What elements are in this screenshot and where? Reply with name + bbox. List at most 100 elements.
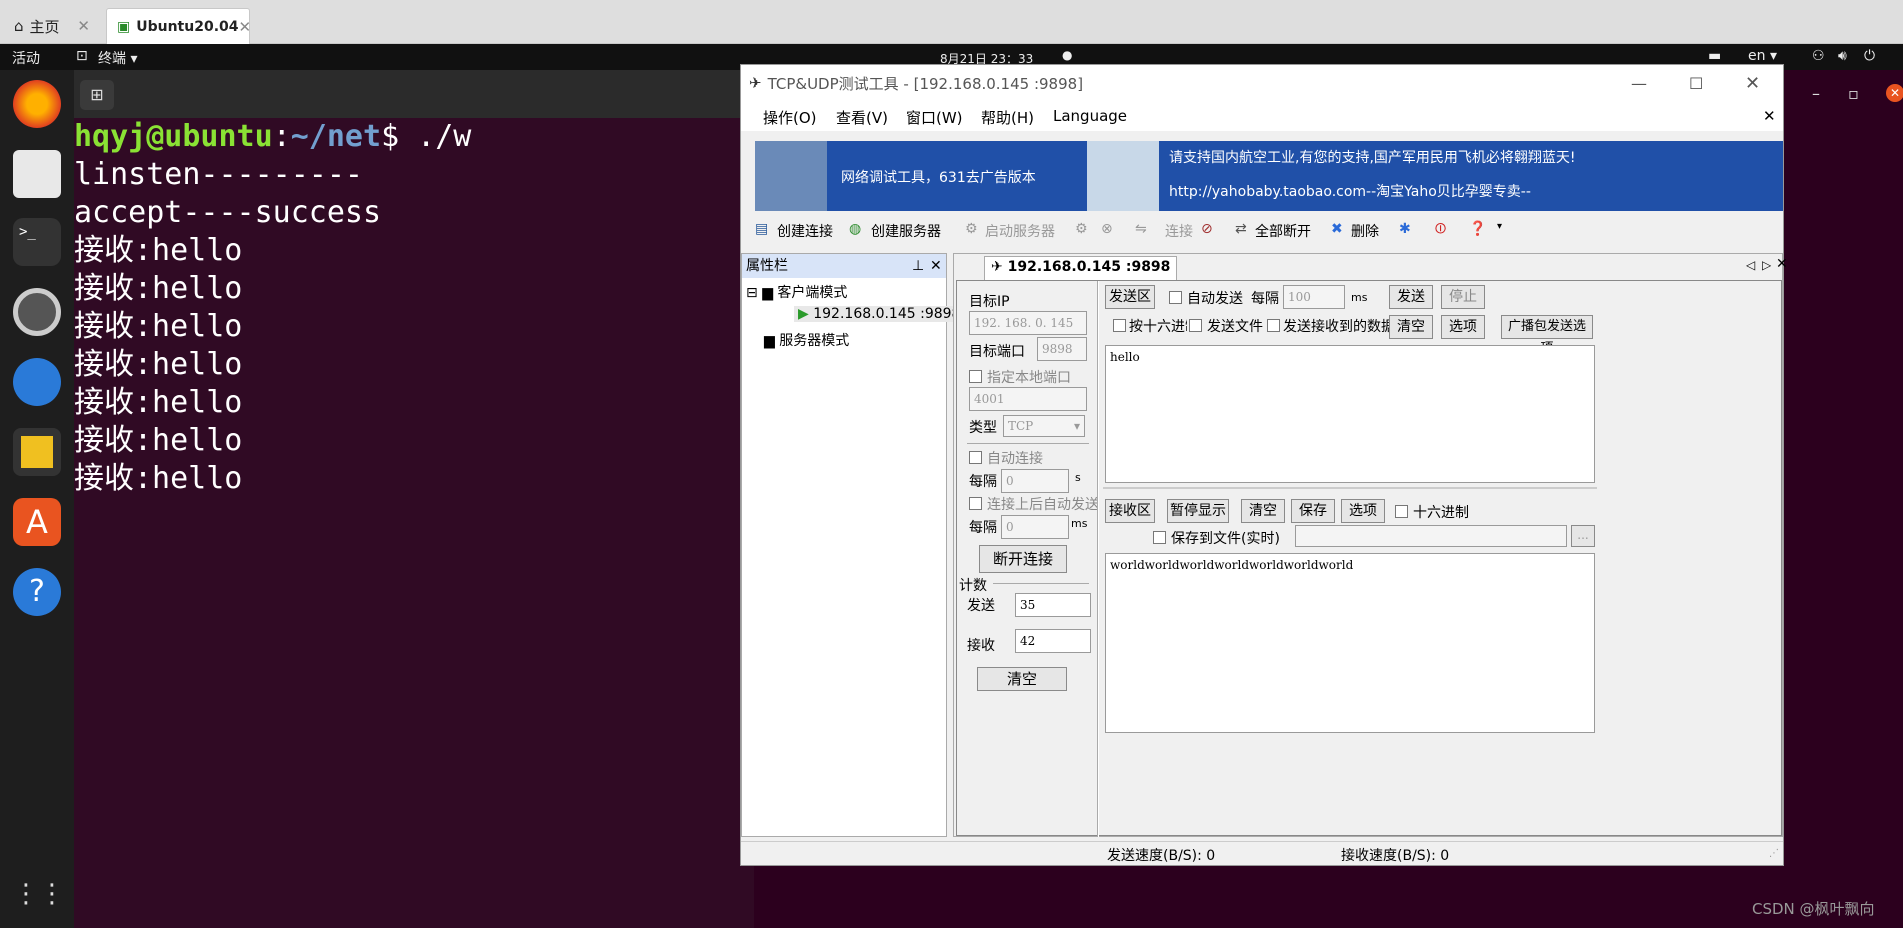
close-icon[interactable]: ✕ [77,17,90,35]
local-port-checkbox[interactable] [969,370,982,383]
connect-button[interactable]: 连接 [1165,221,1193,241]
close-icon[interactable]: ✕ [1886,84,1903,102]
resize-grip-icon[interactable]: ⋰ [1769,848,1779,859]
tools-icon[interactable]: ✱ [1399,221,1411,237]
settings-icon[interactable] [13,288,61,336]
recv-save-button[interactable]: 保存 [1291,499,1335,523]
close-icon[interactable]: ✕ [930,254,942,278]
close-icon[interactable]: ✕ [1763,107,1776,125]
recv-options-button[interactable]: 选项 [1341,499,1385,523]
send-speed: 发送速度(B/S): 0 [1107,848,1216,864]
auto-send-interval[interactable] [1001,515,1069,539]
browse-button[interactable]: ... [1571,525,1595,547]
expand-icon[interactable]: ⊟ [746,285,758,301]
type-select[interactable]: TCP ▾ [1003,415,1085,437]
send-hex-checkbox[interactable] [1113,319,1126,332]
send-button[interactable]: 发送 [1389,285,1433,309]
auto-send-after-checkbox[interactable] [969,497,982,510]
broadcast-options-button[interactable]: 广播包发送选项 [1501,315,1593,356]
app-menu[interactable]: 终端 ▾ [98,48,137,68]
firefox-icon[interactable] [13,80,61,128]
clear-count-button[interactable]: 清空 [977,667,1067,691]
pin-icon[interactable]: ⊥ [912,254,924,278]
minimize-icon[interactable]: — [1631,74,1647,93]
pause-display-button[interactable]: 暂停显示 [1167,499,1229,523]
send-textarea[interactable]: hello [1105,345,1595,483]
tab-home[interactable]: ⌂ 主页 ✕ [4,8,100,44]
app-grid-icon[interactable]: ⋮⋮⋮ [13,870,91,918]
recv-count-input[interactable] [1015,629,1091,653]
help-icon[interactable]: ❓ [1469,221,1486,237]
auto-connect-checkbox[interactable] [969,451,982,464]
stop-server-icon[interactable]: ⚙ [1075,221,1088,237]
disconnect-all-button[interactable]: 全部断开 [1255,221,1311,241]
server-mode-node[interactable]: ▆ 服务器模式 [764,330,849,350]
client-item[interactable]: ▶ 192.168.0.145 :9898 [794,306,965,322]
save-file-path[interactable] [1295,525,1567,547]
terminal-app-icon[interactable]: >_ [13,218,61,266]
menu-language[interactable]: Language [1053,107,1127,125]
menu-help[interactable]: 帮助(H) [981,107,1034,128]
tab-next-icon[interactable]: ▷ [1762,258,1771,272]
stop-icon[interactable]: ⊗ [1101,221,1113,237]
maximize-icon[interactable]: ☐ [1689,74,1703,93]
recv-hex-checkbox[interactable] [1395,505,1408,518]
close-icon[interactable]: ✕ [1745,73,1760,94]
tab-ubuntu[interactable]: ▣ Ubuntu20.04 ✕ [106,8,252,44]
recv-clear-button[interactable]: 清空 [1241,499,1285,523]
send-received-checkbox[interactable] [1267,319,1280,332]
network-icon[interactable]: ⚇ [1812,48,1825,64]
recv-area-label[interactable]: 接收区 [1105,499,1155,523]
send-file-checkbox[interactable] [1189,319,1202,332]
auto-connect-interval[interactable] [1001,469,1069,493]
send-count-input[interactable] [1015,593,1091,617]
language-selector[interactable]: en ▾ [1748,48,1777,64]
delete-button[interactable]: 删除 [1351,221,1379,241]
splitter[interactable] [1097,281,1099,837]
save-file-checkbox[interactable] [1153,531,1166,544]
software-icon[interactable]: A [13,498,61,546]
target-ip-input[interactable] [969,311,1087,335]
thunderbird-icon[interactable] [13,358,61,406]
auto-send-checkbox[interactable] [1169,291,1182,304]
start-server-button[interactable]: 启动服务器 [985,221,1055,241]
menu-window[interactable]: 窗口(W) [906,107,963,128]
stop-button[interactable]: 停止 [1441,285,1485,309]
splitter[interactable] [1103,487,1597,489]
restore-icon[interactable]: ▫ [1848,84,1859,103]
target-port-input[interactable] [1037,337,1087,361]
keyboard-icon[interactable]: ▬ [1708,48,1721,64]
power-icon[interactable]: ⏻ [1864,48,1875,64]
rhythmbox-icon[interactable] [13,428,61,476]
ad-banner[interactable]: 网络调试工具，631去广告版本 请支持国内航空工业,有您的支持,国产军用民用飞机… [755,141,1783,211]
recv-count-label: 接收 [967,638,995,654]
send-area-label[interactable]: 发送区 [1105,285,1155,309]
help-icon[interactable]: ? [13,568,61,616]
close-icon[interactable]: ✕ [239,18,252,36]
create-server-button[interactable]: 创建服务器 [871,221,941,241]
disconnect-button[interactable]: 断开连接 [979,545,1067,573]
new-tab-button[interactable]: ⊞ [80,80,114,110]
recv-textarea[interactable]: worldworldworldworldworldworldworld [1105,553,1595,733]
client-mode-node[interactable]: ⊟ ▆ 客户端模式 [746,282,847,302]
power-icon[interactable]: ⏼ [1435,221,1446,237]
watermark: CSDN @枫叶飘向 [1752,900,1875,918]
close-icon[interactable]: ✕ [1776,256,1788,272]
activities-button[interactable]: 活动 [12,48,40,68]
send-interval-input[interactable] [1283,285,1345,309]
overflow-icon[interactable]: ▾ [1497,221,1502,232]
files-icon[interactable] [13,150,61,198]
local-port-input[interactable] [969,387,1087,411]
send-clear-button[interactable]: 清空 [1389,315,1433,339]
send-options-button[interactable]: 选项 [1441,315,1485,339]
doc-tab[interactable]: ✈ 192.168.0.145 :9898 [984,256,1178,280]
create-conn-button[interactable]: 创建连接 [777,221,833,241]
terminal-output[interactable]: hqyj@ubuntu:~/net$ ./w linsten--------- … [74,118,744,918]
disconnect-icon[interactable]: ⊘ [1201,221,1213,237]
volume-icon[interactable]: 🔊︎ [1838,48,1847,64]
minimize-icon[interactable]: – [1812,84,1820,103]
tab-prev-icon[interactable]: ◁ [1746,258,1755,272]
menu-operate[interactable]: 操作(O) [763,107,817,128]
menu-view[interactable]: 查看(V) [836,107,888,128]
interval-label: 每隔 [969,520,997,536]
